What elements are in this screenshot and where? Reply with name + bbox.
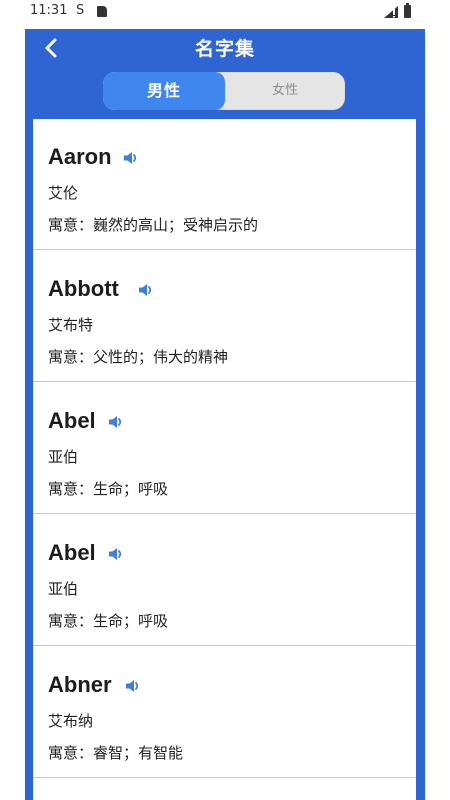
list-item[interactable]: Abel 亚伯寓意：生命；呼吸 bbox=[33, 515, 416, 646]
meaning-text: 父性的；伟大的精神 bbox=[93, 348, 229, 366]
status-time: 11:31 bbox=[30, 3, 68, 18]
name-list: Aaron 艾伦 寓意：巍然的高山；受神启示的 Abbott 艾布特 寓意：父性的；伟大的… bbox=[33, 119, 416, 800]
signal-icon bbox=[384, 6, 398, 18]
name-meaning: 寓意：生命；呼吸 bbox=[48, 478, 168, 499]
battery-icon bbox=[404, 3, 411, 18]
meaning-label: 寓意： bbox=[48, 348, 94, 366]
name-meaning: 寓意：睿智；有智能 bbox=[48, 742, 183, 763]
meaning-label: 寓意： bbox=[48, 744, 94, 762]
chinese-name: 艾布纳 bbox=[48, 712, 94, 730]
speaker-icon[interactable] bbox=[108, 546, 124, 562]
meaning-text: 巍然的高山；受神启示的 bbox=[93, 216, 259, 234]
english-name: Abel bbox=[48, 408, 96, 433]
meaning-text: 生命；呼吸 bbox=[93, 612, 169, 630]
meaning-label: 寓意： bbox=[48, 612, 94, 630]
header: 名字集 bbox=[25, 29, 425, 67]
name-meaning: 寓意：父性的；伟大的精神 bbox=[48, 346, 228, 367]
list-item[interactable]: Abner 艾布纳寓意：睿智；有智能 bbox=[33, 647, 416, 778]
english-name: Abel bbox=[48, 540, 96, 565]
name-meaning: 寓意：巍然的高山；受神启示的 bbox=[48, 214, 258, 235]
status-bar: 11:31 S bbox=[0, 0, 450, 24]
tab-male[interactable]: 男性 bbox=[103, 72, 225, 110]
speaker-icon[interactable] bbox=[125, 678, 141, 694]
list-item[interactable]: Abel 亚伯寓意：生命；呼吸 bbox=[33, 383, 416, 514]
speaker-icon[interactable] bbox=[108, 414, 124, 430]
sd-card-icon bbox=[97, 6, 107, 17]
meaning-text: 睿智；有智能 bbox=[93, 744, 184, 762]
chinese-name: 亚伯 bbox=[48, 448, 79, 466]
list-item[interactable]: Abbott 艾布特寓意：父性的；伟大的精神 bbox=[33, 251, 416, 382]
name-meaning: 寓意：生命；呼吸 bbox=[48, 610, 168, 631]
speaker-icon[interactable] bbox=[138, 282, 154, 298]
meaning-label: 寓意： bbox=[48, 480, 94, 498]
english-name: Abner bbox=[48, 672, 112, 697]
chinese-name: 艾伦 bbox=[48, 184, 79, 202]
tab-female[interactable]: 女性 bbox=[225, 72, 345, 110]
page-title: 名字集 bbox=[194, 38, 255, 60]
english-name: Aaron bbox=[48, 144, 112, 169]
english-name: Abbott bbox=[48, 276, 119, 301]
sync-icon: S bbox=[76, 3, 85, 18]
chinese-name: 亚伯 bbox=[48, 580, 79, 598]
speaker-icon[interactable] bbox=[123, 150, 139, 166]
list-item[interactable]: Aaron 艾伦寓意：巍然的高山；受神启示的 bbox=[33, 119, 416, 250]
gender-toggle: 男性 女性 bbox=[103, 72, 345, 110]
app-screen: 名字集 男性 女性 Aaron 艾伦 寓意：巍然的高山；受神启示的 Abbott 艾布特… bbox=[25, 29, 425, 800]
chinese-name: 艾布特 bbox=[48, 316, 94, 334]
meaning-label: 寓意： bbox=[48, 216, 94, 234]
meaning-text: 生命；呼吸 bbox=[93, 480, 169, 498]
